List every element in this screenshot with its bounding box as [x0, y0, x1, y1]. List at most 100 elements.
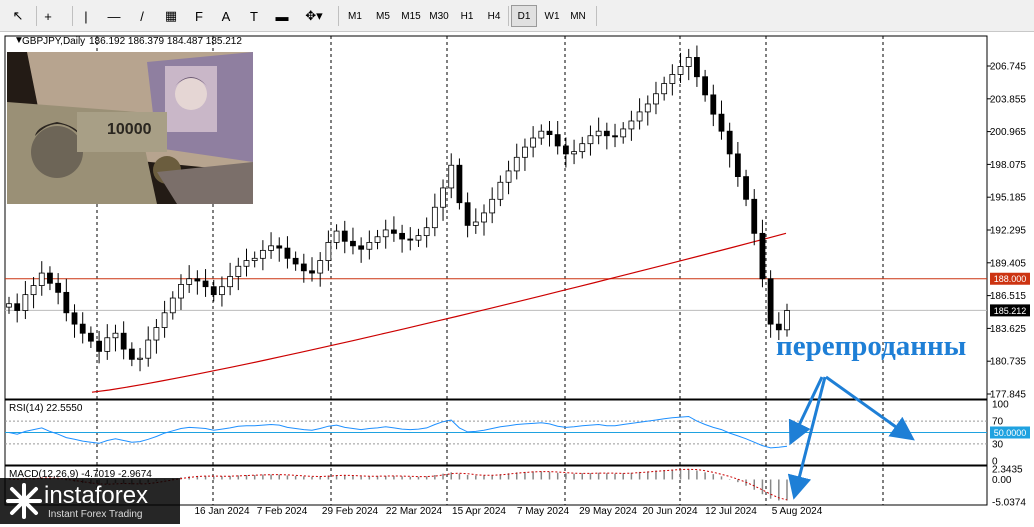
candle-body — [726, 130, 733, 155]
candle-body — [243, 260, 250, 267]
candle-body — [702, 76, 709, 96]
candle-body — [87, 332, 94, 342]
x-tick-label: 15 Apr 2024 — [452, 506, 506, 517]
instaforex-logo: instaforex Instant Forex Trading — [0, 478, 180, 524]
y-tick-label: 180.735 — [990, 357, 1027, 368]
candle-body — [407, 238, 414, 241]
ohlc-label: 186.192 186.379 184.487 185.212 — [89, 36, 242, 47]
candle-body — [718, 113, 725, 132]
candle-body — [603, 130, 610, 137]
shapes-icon[interactable]: ✥▾ — [304, 5, 324, 27]
svg-text:10000: 10000 — [107, 121, 152, 138]
x-tick-label: 22 Mar 2024 — [386, 506, 443, 517]
vertical-line-icon[interactable]: | — [76, 5, 96, 27]
candle-body — [178, 284, 184, 299]
candle-body — [358, 245, 365, 250]
timeframe-d1[interactable]: D1 — [511, 5, 537, 27]
symbol-label: GBPJPY,Daily — [22, 36, 85, 47]
y-tick-label: 186.515 — [990, 291, 1027, 302]
channel-icon[interactable]: ▦ — [161, 5, 181, 27]
timeframe-m15[interactable]: M15 — [398, 5, 424, 27]
candle-body — [767, 278, 774, 325]
timeframe-w1[interactable]: W1 — [539, 5, 565, 27]
annotation-arrow — [787, 376, 827, 500]
candle-body — [644, 103, 651, 113]
candle-body — [489, 198, 496, 214]
candle-body — [333, 230, 340, 243]
y-tick-label: 206.745 — [990, 62, 1027, 73]
candle-body — [669, 74, 676, 84]
candle-body — [227, 276, 234, 288]
candle-body — [464, 202, 471, 226]
y-tick-label: 192.295 — [990, 226, 1027, 237]
candle-body — [219, 286, 225, 296]
fibonacci-icon[interactable]: F — [189, 5, 209, 27]
candle-body — [325, 242, 332, 261]
timeframe-mn[interactable]: MN — [565, 5, 591, 27]
toolbar-separator — [596, 6, 597, 26]
macd-y-tick: 2.3435 — [992, 465, 1023, 476]
candle-body — [620, 128, 627, 138]
candle-body — [505, 170, 512, 183]
candle-body — [137, 357, 143, 360]
x-tick-label: 29 Feb 2024 — [322, 506, 379, 517]
candle-body — [63, 291, 70, 314]
candle-body — [268, 245, 274, 251]
toolbar-separator — [36, 6, 37, 26]
candle-body — [341, 230, 348, 242]
crosshair-icon[interactable]: + — [38, 5, 58, 27]
candle-body — [677, 66, 684, 75]
x-tick-label: 20 Jun 2024 — [642, 506, 697, 517]
timeframe-m1[interactable]: M1 — [342, 5, 368, 27]
macd-y-tick: 0.00 — [992, 475, 1012, 486]
candle-body — [685, 57, 692, 67]
rectangle-icon[interactable]: ▬ — [272, 5, 292, 27]
candle-body — [472, 221, 479, 226]
x-tick-label: 16 Jan 2024 — [194, 506, 249, 517]
candle-body — [775, 323, 782, 331]
candle-body — [194, 278, 201, 282]
candle-body — [579, 143, 586, 153]
rsi-y-tick: 70 — [992, 417, 1004, 428]
x-tick-label: 29 May 2024 — [579, 506, 637, 517]
timeframe-h4[interactable]: H4 — [481, 5, 507, 27]
candle-body — [317, 260, 324, 274]
candle-body — [694, 57, 700, 78]
candle-body — [38, 272, 45, 286]
annotation-arrow — [825, 375, 915, 441]
x-tick-label: 5 Aug 2024 — [772, 506, 823, 517]
candle-body — [431, 206, 438, 229]
candle-body — [14, 303, 21, 311]
candle-body — [374, 236, 381, 243]
candle-body — [276, 245, 283, 249]
x-tick-label: 12 Jul 2024 — [705, 506, 757, 517]
candle-body — [538, 130, 545, 139]
label-icon[interactable]: T — [244, 5, 264, 27]
candle-body — [128, 348, 135, 360]
y-tick-label: 189.405 — [990, 258, 1027, 269]
moving-average-line — [91, 232, 787, 393]
trendline-icon[interactable]: / — [132, 5, 152, 27]
timeframe-m5[interactable]: M5 — [370, 5, 396, 27]
candle-body — [161, 312, 168, 328]
candle-body — [6, 303, 12, 308]
text-icon[interactable]: A — [216, 5, 236, 27]
candle-body — [423, 227, 430, 237]
horizontal-line-icon[interactable]: — — [104, 5, 124, 27]
y-tick-label: 200.965 — [990, 127, 1027, 138]
rsi-y-tick: 50.0000 — [994, 428, 1027, 438]
timeframe-m30[interactable]: M30 — [426, 5, 452, 27]
candle-body — [562, 145, 569, 155]
toolbar-separator — [508, 6, 509, 26]
candle-body — [47, 272, 53, 284]
cursor-icon[interactable]: ↖ — [8, 5, 28, 27]
toolbar: ↖ + | — / ▦ F A T ▬ ✥▾ M1 M5 M15 M30 H1 H4 D1 W1 MN — [0, 0, 1034, 32]
y-tick-label: 183.625 — [990, 324, 1027, 335]
candle-body — [235, 265, 242, 277]
candle-body — [104, 337, 111, 352]
candle-body — [309, 270, 315, 274]
candle-body — [440, 187, 446, 208]
timeframe-h1[interactable]: H1 — [454, 5, 480, 27]
candle-body — [120, 332, 127, 350]
candle-body — [79, 323, 86, 334]
